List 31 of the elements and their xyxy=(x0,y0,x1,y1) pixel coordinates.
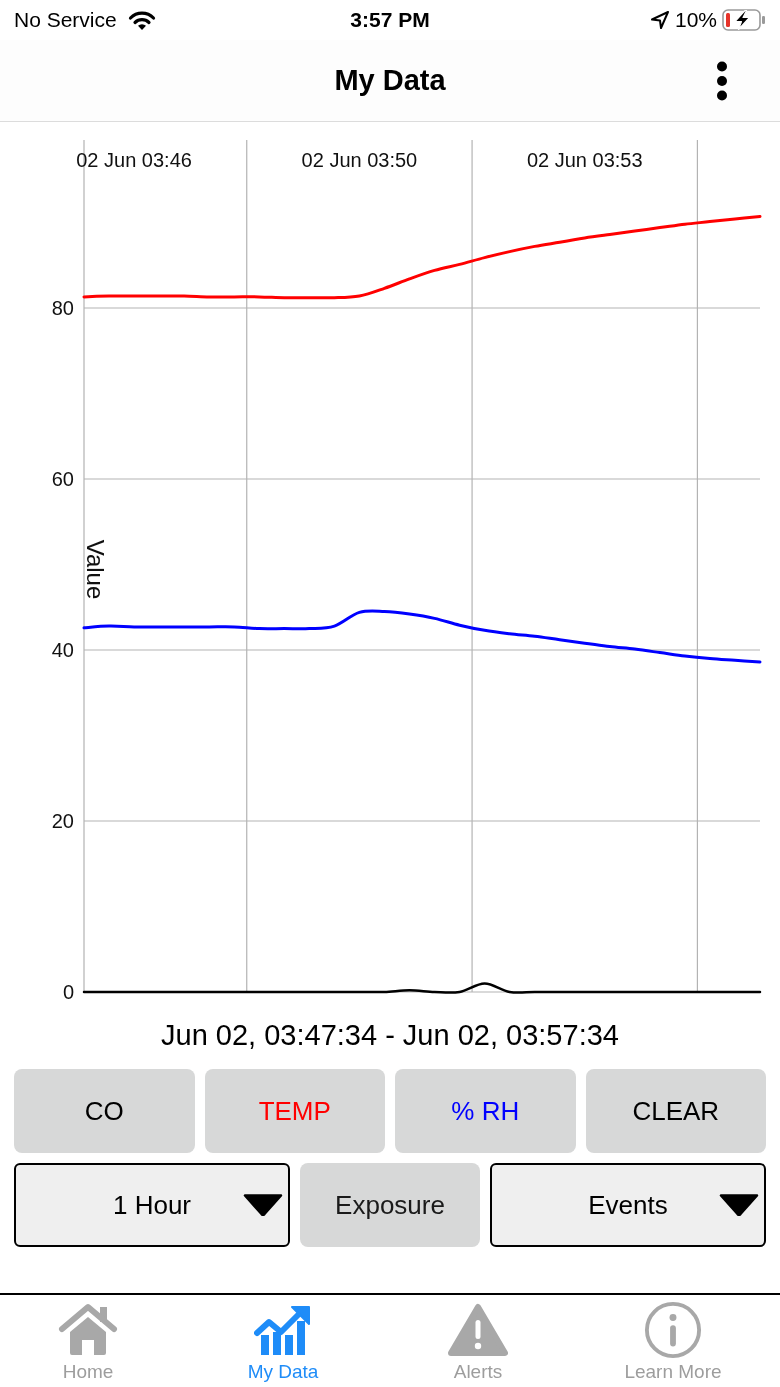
axis-tick-label: 60 xyxy=(51,468,74,490)
axis-tick-label: 20 xyxy=(51,810,74,832)
chart-growth-icon xyxy=(254,1305,312,1355)
time-range-label: Jun 02, 03:47:34 - Jun 02, 03:57:34 xyxy=(161,1018,619,1054)
caret-icon xyxy=(242,1193,284,1217)
axis-tick-label: 02 Jun 03:46 xyxy=(76,149,192,171)
dropdown[interactable]: 1 Hour xyxy=(14,1163,290,1247)
tab-bar-item[interactable]: My Data xyxy=(195,1295,371,1387)
series-toggle-button[interactable]: % RH xyxy=(395,1069,576,1153)
axis-tick-label: 40 xyxy=(51,639,74,661)
axis-tick-label: 80 xyxy=(51,297,74,319)
axis-title: Value xyxy=(82,539,109,600)
house-icon xyxy=(58,1303,118,1357)
axis-tick-label: 02 Jun 03:50 xyxy=(301,149,418,171)
caret-icon xyxy=(718,1193,760,1217)
wifi-icon xyxy=(127,9,156,31)
location-arrow-icon xyxy=(649,10,670,30)
axis-tick-label: 02 Jun 03:53 xyxy=(526,149,643,171)
screen-title: My Data xyxy=(334,62,446,98)
clock-time: 3:57 PM xyxy=(350,7,430,34)
more-menu-icon[interactable] xyxy=(716,60,728,101)
battery-charging-icon xyxy=(722,9,766,31)
carrier-label: No Service xyxy=(14,7,117,34)
series-toggle-button[interactable]: CO xyxy=(14,1069,195,1153)
battery-percent: 10% xyxy=(674,7,717,34)
series-toggle-button[interactable]: CLEAR xyxy=(585,1069,766,1153)
info-icon xyxy=(644,1301,702,1359)
warning-icon xyxy=(448,1303,508,1357)
dropdown[interactable]: Events xyxy=(490,1163,766,1247)
exposure-button[interactable]: Exposure xyxy=(300,1163,480,1247)
axis-tick-label: 0 xyxy=(62,981,74,1003)
